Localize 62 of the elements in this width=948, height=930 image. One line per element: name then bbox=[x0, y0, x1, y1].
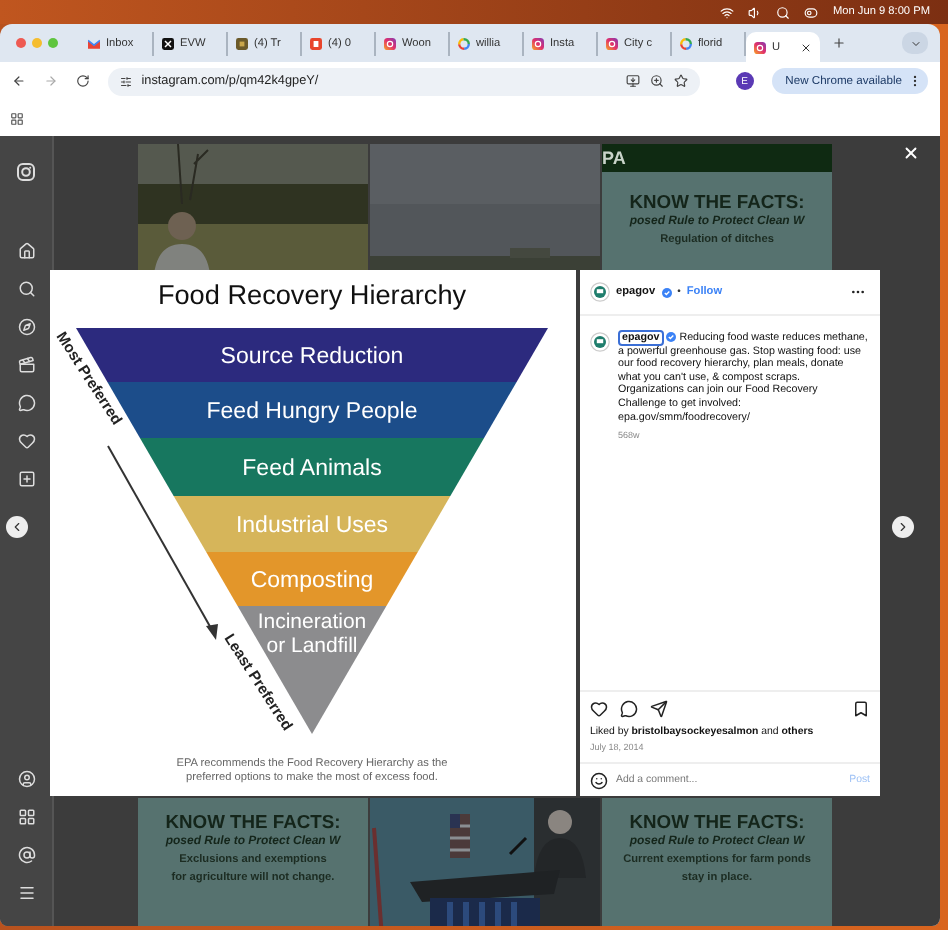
tile-title: KNOW THE FACTS: bbox=[629, 190, 805, 212]
grid-icon[interactable] bbox=[17, 808, 35, 826]
avatar[interactable] bbox=[590, 282, 610, 302]
avatar[interactable] bbox=[590, 332, 610, 352]
menu-icon[interactable] bbox=[17, 884, 35, 902]
band-label: Incineration or Landfill bbox=[257, 610, 367, 658]
favicon-icon bbox=[754, 41, 766, 53]
favicon-icon bbox=[162, 37, 174, 49]
instagram-icon[interactable] bbox=[16, 162, 36, 182]
wifi-icon[interactable] bbox=[720, 5, 735, 19]
favicon-icon bbox=[310, 37, 322, 49]
band-label: Feed Hungry People bbox=[206, 400, 418, 424]
chevron-down-icon bbox=[909, 37, 921, 49]
band-label: Industrial Uses bbox=[235, 514, 389, 538]
apps-icon[interactable] bbox=[10, 111, 24, 125]
share-icon[interactable] bbox=[650, 700, 668, 718]
tile-title: KNOW THE FACTS: bbox=[629, 810, 805, 832]
profile-icon[interactable] bbox=[17, 770, 35, 788]
comment-icon[interactable] bbox=[620, 700, 638, 718]
reload-icon[interactable] bbox=[75, 74, 90, 88]
close-icon bbox=[902, 144, 920, 162]
more-icon bbox=[908, 74, 922, 88]
emoji-icon[interactable] bbox=[590, 771, 608, 789]
like-icon[interactable] bbox=[590, 700, 608, 718]
favicon-icon bbox=[680, 37, 692, 49]
close-icon[interactable] bbox=[800, 41, 812, 53]
volume-icon[interactable] bbox=[748, 5, 763, 19]
tile-logo-text: PA bbox=[602, 148, 626, 168]
messages-icon[interactable] bbox=[17, 394, 35, 412]
chevron-left-icon bbox=[10, 520, 24, 534]
back-icon[interactable] bbox=[12, 74, 26, 88]
heart-icon[interactable] bbox=[17, 432, 35, 450]
band-label: Composting bbox=[250, 569, 374, 593]
search-icon[interactable] bbox=[17, 280, 35, 298]
zoom-icon[interactable] bbox=[649, 74, 664, 88]
home-icon[interactable] bbox=[17, 242, 35, 260]
install-icon[interactable] bbox=[625, 74, 640, 88]
verified-icon bbox=[661, 287, 672, 297]
band-label: Source Reduction bbox=[220, 345, 404, 369]
favicon-icon bbox=[88, 37, 100, 49]
close-window-button[interactable] bbox=[16, 38, 26, 48]
diagram-title: Food Recovery Hierarchy bbox=[157, 280, 467, 310]
band-label: Feed Animals bbox=[242, 457, 382, 481]
compass-icon[interactable] bbox=[17, 318, 35, 336]
favicon-icon bbox=[384, 37, 396, 49]
control-center-icon[interactable] bbox=[804, 5, 819, 19]
next-button[interactable] bbox=[892, 516, 914, 538]
close-button[interactable] bbox=[902, 144, 920, 162]
verified-icon bbox=[666, 332, 677, 343]
favicon-icon bbox=[606, 37, 618, 49]
reels-icon[interactable] bbox=[17, 356, 35, 374]
chevron-right-icon bbox=[896, 520, 910, 534]
favicon-icon bbox=[458, 37, 470, 49]
favicon-icon bbox=[236, 37, 248, 49]
favicon-icon bbox=[532, 37, 544, 49]
create-icon[interactable] bbox=[17, 470, 35, 488]
save-icon[interactable] bbox=[852, 700, 870, 718]
threads-icon[interactable] bbox=[17, 846, 35, 864]
tile-title: KNOW THE FACTS: bbox=[165, 810, 341, 832]
new-tab-icon[interactable] bbox=[832, 36, 846, 50]
site-settings-icon[interactable] bbox=[119, 75, 132, 87]
bookmark-star-icon[interactable] bbox=[673, 74, 688, 88]
